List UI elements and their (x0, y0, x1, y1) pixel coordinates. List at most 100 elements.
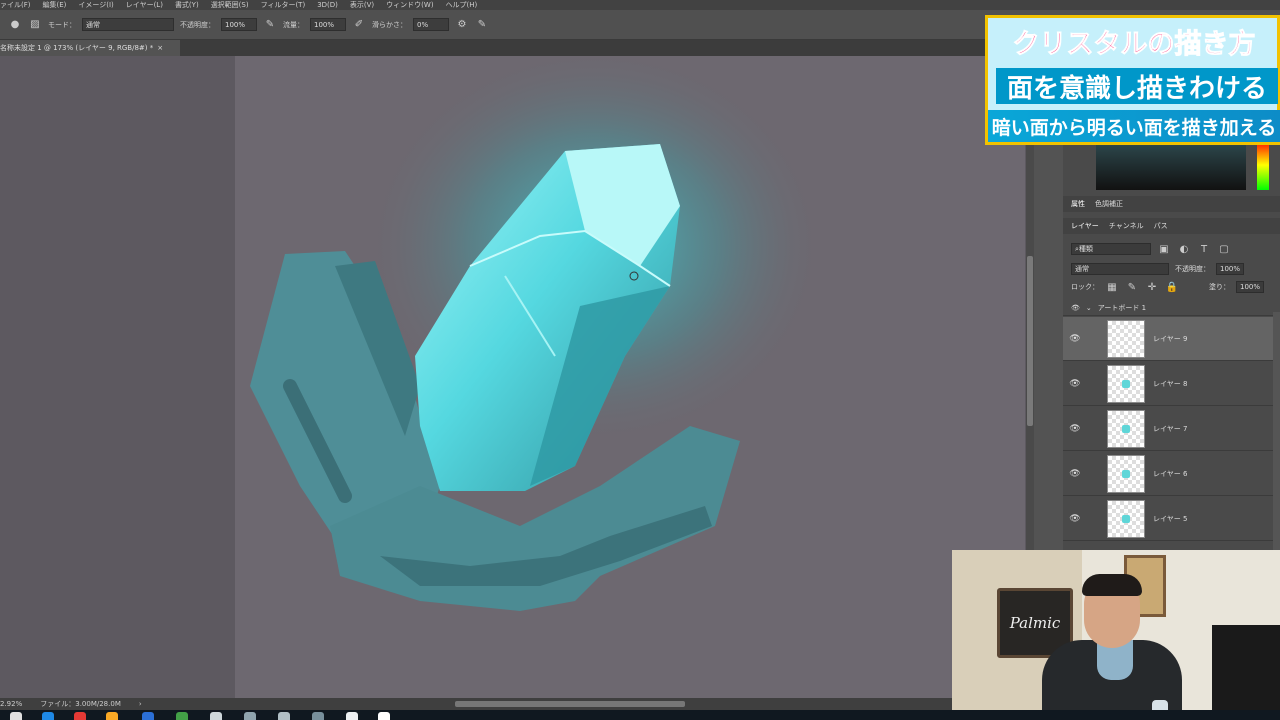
chrome-icon[interactable] (176, 712, 188, 720)
hue-slider[interactable] (1257, 140, 1269, 190)
layer-thumbnail-mark (1122, 424, 1130, 433)
document-title: 名称未設定 1 @ 173% (レイヤー 9, RGB/8#) * (0, 44, 154, 52)
artboard-label: アートボード 1 (1097, 303, 1147, 312)
tab-paths[interactable]: パス (1154, 221, 1168, 231)
eye-icon[interactable]: 👁 (1063, 469, 1087, 479)
opacity-field[interactable]: 100% (221, 18, 257, 31)
layer-blend-row: 通常 不透明度： 100% (1063, 261, 1280, 277)
eye-icon[interactable]: 👁 (1063, 424, 1087, 434)
brush-preset-icon[interactable]: ● (8, 18, 22, 32)
canvas-horizontal-scrollbar[interactable] (455, 701, 685, 707)
os-taskbar (0, 710, 1280, 720)
media-icon[interactable] (74, 712, 86, 720)
tab-properties[interactable]: 属性 (1071, 199, 1085, 209)
document-tab[interactable]: 名称未設定 1 @ 173% (レイヤー 9, RGB/8#) * × (0, 40, 180, 56)
layer-thumbnail (1107, 409, 1145, 448)
tab-channels[interactable]: チャンネル (1109, 221, 1144, 231)
lock-all-icon[interactable]: 🔒 (1165, 280, 1179, 294)
menu-help[interactable]: ヘルプ(H) (446, 0, 478, 10)
document-tab-bar: 名称未設定 1 @ 173% (レイヤー 9, RGB/8#) * × (0, 40, 1030, 56)
menu-layer[interactable]: レイヤー(L) (126, 0, 163, 10)
filter-pixel-icon[interactable]: ▣ (1157, 242, 1171, 256)
smoothing-field[interactable]: 0% (413, 18, 449, 31)
pressure-opacity-icon[interactable]: ✎ (263, 18, 277, 32)
smoothing-label: 滑らかさ： (372, 20, 407, 29)
layers-scrollbar[interactable] (1273, 312, 1280, 552)
zoom-readout[interactable]: 2.92% (0, 700, 22, 708)
lock-move-icon[interactable]: ✛ (1145, 280, 1159, 294)
canvas-workspace[interactable] (0, 56, 1030, 698)
layer-thumbnail-mark (1122, 514, 1130, 523)
chevron-down-icon[interactable]: ⌄ (1086, 304, 1092, 312)
pressure-size-icon[interactable]: ✎ (475, 18, 489, 32)
crystal-painting (250, 56, 825, 611)
filter-shape-icon[interactable]: ▢ (1217, 242, 1231, 256)
eye-icon[interactable]: 👁 (1071, 304, 1080, 312)
app-icon[interactable] (244, 712, 256, 720)
chalkboard-text: Palmic (1009, 614, 1061, 632)
menu-select[interactable]: 選択範囲(S) (211, 0, 249, 10)
app-icon[interactable] (346, 712, 358, 720)
menu-view[interactable]: 表示(V) (350, 0, 374, 10)
layer-thumbnail-mark (1122, 379, 1130, 388)
video-title-overlay: クリスタルの描き方 面を意識し描きわける 暗い面から明るい面を描き加える (985, 15, 1280, 145)
layer-lock-row: ロック： ▦ ✎ ✛ 🔒 塗り： 100% (1063, 279, 1280, 295)
flow-label: 流量： (283, 20, 304, 29)
menu-type[interactable]: 書式(Y) (175, 0, 199, 10)
filter-type-icon[interactable]: T (1197, 242, 1211, 256)
gear-icon[interactable]: ⚙ (455, 18, 469, 32)
app-icon[interactable] (378, 712, 390, 720)
menu-file[interactable]: ァイル(F) (0, 0, 31, 10)
app-icon[interactable] (312, 712, 324, 720)
layer-row[interactable]: 👁 レイヤー 8 (1063, 362, 1273, 406)
filter-adjust-icon[interactable]: ◐ (1177, 242, 1191, 256)
scroll-thumb[interactable] (1027, 256, 1033, 426)
lock-paint-icon[interactable]: ✎ (1125, 280, 1139, 294)
app-icon[interactable] (278, 712, 290, 720)
properties-tabs: 属性 色調補正 (1063, 196, 1280, 212)
monitor (1212, 625, 1280, 720)
tab-adjustments[interactable]: 色調補正 (1095, 199, 1123, 209)
layer-row[interactable]: 👁 レイヤー 5 (1063, 497, 1273, 541)
photoshop-icon[interactable] (142, 712, 154, 720)
start-icon[interactable] (10, 712, 22, 720)
layer-name: レイヤー 6 (1153, 469, 1188, 478)
artboard-row[interactable]: 👁 ⌄ アートボード 1 (1063, 300, 1280, 316)
tab-layers[interactable]: レイヤー (1071, 221, 1099, 231)
app-icon[interactable] (210, 712, 222, 720)
menu-3d[interactable]: 3D(D) (317, 1, 338, 9)
flow-field[interactable]: 100% (310, 18, 346, 31)
presenter-hair (1082, 574, 1142, 596)
layer-thumbnail (1107, 499, 1145, 538)
status-arrow-icon[interactable]: › (139, 700, 142, 708)
blend-mode-select[interactable]: 通常 (1071, 263, 1169, 275)
lock-transparency-icon[interactable]: ▦ (1105, 280, 1119, 294)
menu-image[interactable]: イメージ(I) (78, 0, 113, 10)
eye-icon[interactable]: 👁 (1063, 514, 1087, 524)
folder-icon[interactable] (106, 712, 118, 720)
eye-icon[interactable]: 👁 (1063, 379, 1087, 389)
menu-filter[interactable]: フィルター(T) (261, 0, 306, 10)
layer-filter-row: ⌕ 種類 ▣ ◐ T ▢ (1063, 241, 1280, 257)
mode-select[interactable]: 通常 (82, 18, 174, 31)
browser-icon[interactable] (42, 712, 54, 720)
layer-opacity-field[interactable]: 100% (1216, 263, 1245, 275)
layer-row[interactable]: 👁 レイヤー 7 (1063, 407, 1273, 451)
file-size-readout: ファイル：3.00M/28.0M (40, 700, 121, 708)
color-picker-field[interactable] (1096, 140, 1246, 190)
layer-row[interactable]: 👁 レイヤー 6 (1063, 452, 1273, 496)
fill-field[interactable]: 100% (1236, 281, 1265, 293)
menu-window[interactable]: ウィンドウ(W) (386, 0, 433, 10)
airbrush-icon[interactable]: ✐ (352, 18, 366, 32)
overlay-title: クリスタルの描き方 (1012, 28, 1256, 60)
layer-filter-select[interactable]: ⌕ 種類 (1071, 243, 1151, 255)
menu-bar: ァイル(F) 編集(E) イメージ(I) レイヤー(L) 書式(Y) 選択範囲(… (0, 0, 1280, 10)
layer-name: レイヤー 5 (1153, 514, 1188, 523)
close-icon[interactable]: × (157, 44, 163, 52)
eye-icon[interactable]: 👁 (1063, 334, 1087, 344)
webcam-inset: Palmic (952, 550, 1280, 720)
layer-row[interactable]: 👁 レイヤー 9 (1063, 317, 1273, 361)
menu-edit[interactable]: 編集(E) (43, 0, 67, 10)
brush-panel-icon[interactable]: ▨ (28, 18, 42, 32)
opacity-label: 不透明度： (180, 20, 215, 29)
